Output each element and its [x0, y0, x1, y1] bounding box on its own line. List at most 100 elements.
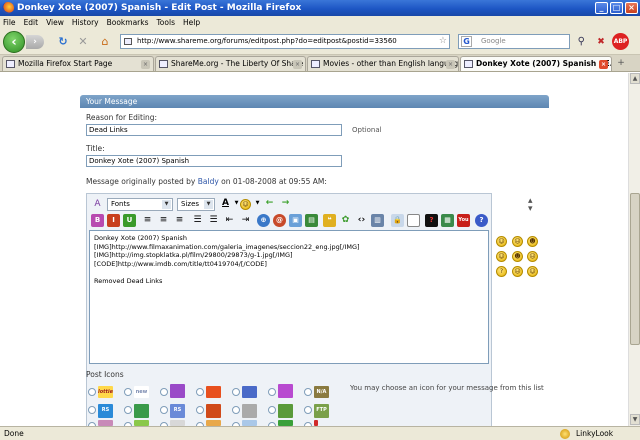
post-icon-radio[interactable] — [268, 406, 276, 414]
align-left-icon[interactable]: ≡ — [141, 214, 154, 227]
scroll-down-icon[interactable]: ▼ — [630, 414, 640, 425]
post-icon-radio[interactable] — [232, 388, 240, 396]
tab-start-page[interactable]: Mozilla Firefox Start Page × — [2, 56, 154, 71]
tab-close-icon[interactable]: × — [446, 60, 455, 69]
unordered-list-icon[interactable]: ☰ — [207, 214, 220, 227]
post-icon-radio[interactable] — [232, 406, 240, 414]
smilie-confused-icon[interactable]: ? — [496, 266, 507, 277]
title-input[interactable]: Donkey Xote (2007) Spanish — [86, 155, 342, 167]
align-center-icon[interactable]: ≡ — [157, 214, 170, 227]
menu-view[interactable]: View — [42, 16, 68, 29]
size-select[interactable]: Sizes ▼ — [177, 198, 215, 211]
insert-video-icon[interactable]: ▤ — [305, 214, 318, 227]
post-icon-radio[interactable] — [124, 388, 132, 396]
smilie-cool-icon[interactable]: ☹ — [512, 266, 523, 277]
original-author-link[interactable]: Baldy — [198, 177, 219, 186]
minimize-button[interactable]: _ — [595, 2, 608, 14]
redo-icon[interactable]: → — [279, 197, 292, 210]
insert-image-icon[interactable]: ▣ — [289, 214, 302, 227]
reason-input[interactable]: Dead Links — [86, 124, 342, 136]
post-icon-radio[interactable] — [268, 388, 276, 396]
lock-icon[interactable]: 🔒 — [391, 214, 404, 227]
insert-link-icon[interactable]: ⊕ — [257, 214, 270, 227]
undo-icon[interactable]: ← — [263, 197, 276, 210]
italic-icon[interactable]: I — [107, 214, 120, 227]
post-icon-radio[interactable] — [160, 406, 168, 414]
align-right-icon[interactable]: ≡ — [173, 214, 186, 227]
scroll-thumb[interactable] — [630, 193, 640, 345]
panel-title: Your Message — [80, 95, 549, 108]
email-link-icon[interactable]: @ — [273, 214, 286, 227]
settings-gear-icon[interactable]: ✿ — [339, 214, 352, 227]
home-icon[interactable]: ⌂ — [98, 35, 112, 49]
quote-icon[interactable]: ❝ — [323, 214, 336, 227]
search-bar[interactable]: G Google ⚲ — [458, 34, 585, 49]
outdent-icon[interactable]: ⇤ — [223, 214, 236, 227]
tab-movies[interactable]: Movies - other than English language... … — [307, 56, 459, 71]
smilie-bigrin-icon[interactable]: ☻ — [512, 251, 523, 262]
switch-mode-icon[interactable]: A — [91, 198, 104, 211]
close-window-button[interactable]: × — [625, 2, 638, 14]
menu-bookmarks[interactable]: Bookmarks — [103, 16, 153, 29]
scroll-up-icon[interactable]: ▲ — [630, 73, 640, 84]
smilie-mad-icon[interactable]: ☹ — [527, 251, 538, 262]
linkylook-icon[interactable] — [560, 429, 570, 439]
message-textarea[interactable]: Donkey Xote (2007) Spanish [IMG]http://w… — [89, 230, 489, 364]
blank-icon[interactable] — [407, 214, 420, 227]
new-tab-icon[interactable]: + — [614, 56, 628, 70]
smilie-smile-icon[interactable]: ☺ — [496, 236, 507, 247]
menu-help[interactable]: Help — [179, 16, 204, 29]
linkylook-label[interactable]: LinkyLook — [576, 427, 613, 440]
google-icon[interactable]: G — [461, 36, 472, 47]
url-bar[interactable]: http://www.shareme.org/forums/editpost.p… — [120, 34, 450, 49]
tab-label: Mozilla Firefox Start Page — [18, 59, 113, 68]
post-icon-radio[interactable] — [304, 388, 312, 396]
post-icon-radio[interactable] — [88, 406, 96, 414]
html-icon[interactable]: ▥ — [371, 214, 384, 227]
maximize-button[interactable]: □ — [610, 2, 623, 14]
film-icon[interactable]: ▦ — [441, 214, 454, 227]
post-icon-radio[interactable] — [88, 388, 96, 396]
smilie-eek-icon[interactable]: ☺ — [527, 266, 538, 277]
bold-icon[interactable]: B — [91, 214, 104, 227]
tab-close-icon[interactable]: × — [293, 60, 302, 69]
reload-icon[interactable]: ↻ — [56, 35, 70, 49]
smilie-picker-icon[interactable]: ☺ — [240, 199, 251, 210]
back-button[interactable]: ‹ — [3, 31, 25, 53]
adblock-icon[interactable]: ABP — [612, 33, 629, 50]
indent-icon[interactable]: ⇥ — [239, 214, 252, 227]
forward-button[interactable]: › — [26, 35, 44, 49]
font-select[interactable]: Fonts ▼ — [107, 198, 173, 211]
underline-icon[interactable]: U — [123, 214, 136, 227]
tab-edit-post[interactable]: Donkey Xote (2007) Spanish - E... × — [460, 56, 612, 71]
menu-tools[interactable]: Tools — [153, 16, 179, 29]
post-icon-radio[interactable] — [196, 388, 204, 396]
spoiler-icon[interactable]: ? — [425, 214, 438, 227]
smilie-grin-icon[interactable]: ☻ — [527, 236, 538, 247]
menu-history[interactable]: History — [68, 16, 103, 29]
smilie-frown-icon[interactable]: ☹ — [512, 236, 523, 247]
search-icon[interactable]: ⚲ — [578, 35, 585, 48]
smilie-wink-icon[interactable]: ☺ — [496, 251, 507, 262]
stop-icon[interactable]: ✕ — [76, 35, 90, 49]
menu-edit[interactable]: Edit — [20, 16, 43, 29]
bookmark-star-icon[interactable]: ☆ — [439, 35, 447, 48]
code-icon[interactable]: ‹› — [355, 214, 368, 227]
help-icon[interactable]: ? — [475, 214, 488, 227]
page-scrollbar[interactable]: ▲ ▼ — [628, 73, 640, 426]
ordered-list-icon[interactable]: ☰ — [191, 214, 204, 227]
tab-close-icon[interactable]: × — [141, 60, 150, 69]
menu-file[interactable]: File — [0, 16, 20, 29]
youtube-icon[interactable]: You — [457, 214, 470, 227]
post-icon-radio[interactable] — [124, 406, 132, 414]
tab-label: Movies - other than English language... — [323, 59, 459, 68]
post-icon-radio[interactable] — [304, 406, 312, 414]
post-icon-radio[interactable] — [196, 406, 204, 414]
post-icon-radio[interactable] — [160, 388, 168, 396]
tab-bar: Mozilla Firefox Start Page × ShareMe.org… — [0, 55, 640, 72]
tab-close-icon[interactable]: × — [599, 60, 608, 69]
tab-shareme[interactable]: ShareMe.org - The Liberty Of Share × — [155, 56, 306, 71]
editor-resize-icon[interactable]: ▴ ▾ — [528, 197, 533, 214]
post-icon-blue — [242, 386, 257, 398]
addon-icon[interactable]: ✖ — [594, 35, 608, 49]
